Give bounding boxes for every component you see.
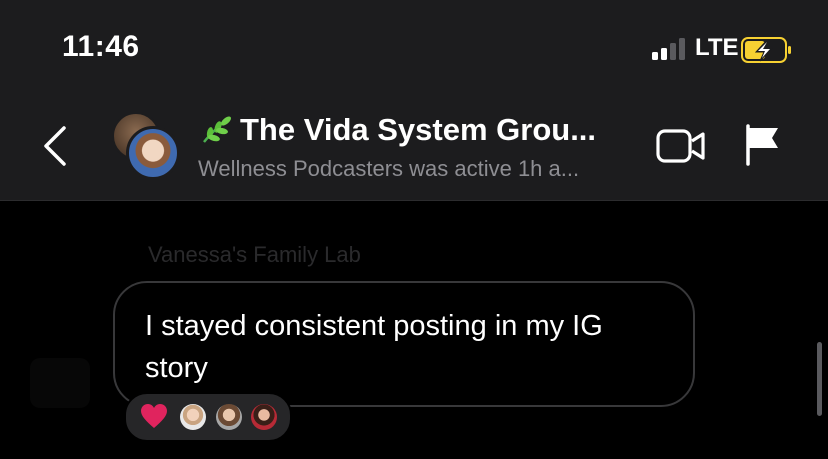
video-camera-icon[interactable] — [656, 128, 706, 164]
flag-icon[interactable] — [744, 124, 782, 166]
herb-icon — [203, 116, 231, 143]
heart-icon — [141, 404, 167, 428]
avatar — [126, 126, 180, 180]
chat-title-text: The Vida System Grou... — [240, 112, 597, 147]
status-bar: 11:46 LTE — [0, 0, 828, 90]
avatar — [216, 404, 242, 430]
group-avatar[interactable] — [110, 112, 180, 180]
message-sender: Vanessa's Family Lab — [148, 242, 361, 267]
signal-strength-icon — [652, 38, 685, 60]
chevron-left-icon[interactable] — [40, 125, 70, 167]
chat-header: The Vida System Grou... Wellness Podcast… — [0, 90, 828, 201]
avatar — [180, 404, 206, 430]
status-time: 11:46 — [62, 30, 140, 63]
avatar — [30, 358, 90, 408]
avatar — [251, 404, 277, 430]
reactions-pill[interactable] — [124, 392, 292, 442]
scrollbar[interactable] — [817, 342, 822, 416]
active-status: Wellness Podcasters was active 1h a... — [198, 156, 580, 181]
chat-title[interactable]: The Vida System Grou... — [198, 112, 596, 148]
battery-charging-icon — [741, 37, 791, 63]
message-bubble[interactable]: I stayed consistent posting in my IG sto… — [113, 281, 695, 407]
network-label: LTE — [695, 34, 739, 61]
